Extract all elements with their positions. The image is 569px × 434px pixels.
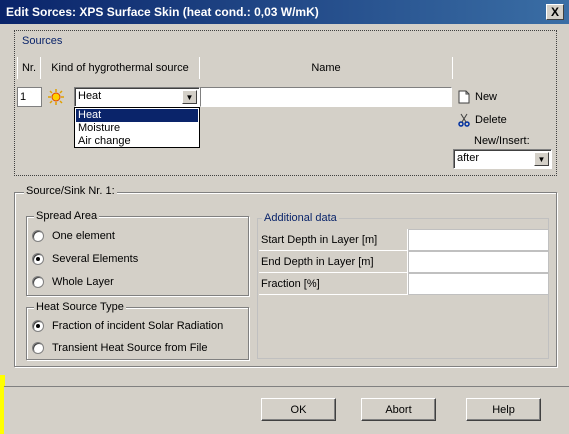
sources-legend: Sources xyxy=(22,35,63,47)
ok-button[interactable]: OK xyxy=(261,398,336,421)
chevron-down-icon[interactable]: ▼ xyxy=(182,90,197,104)
spread-area-legend: Spread Area xyxy=(34,210,100,222)
fraction-input[interactable] xyxy=(408,273,549,295)
new-document-icon xyxy=(457,90,471,104)
column-header-kind: Kind of hygrothermal source xyxy=(41,57,200,79)
end-depth-label: End Depth in Layer [m] xyxy=(259,251,408,273)
column-header-nr: Nr. xyxy=(17,57,41,79)
help-button[interactable]: Help xyxy=(466,398,541,421)
radio-button[interactable] xyxy=(32,230,44,242)
dropdown-option-air-change[interactable]: Air change xyxy=(76,135,198,148)
column-header-name: Name xyxy=(200,57,453,79)
close-button[interactable]: X xyxy=(546,4,564,20)
kind-combo[interactable]: Heat ▼ xyxy=(74,87,200,107)
title-bar: Edit Sorces: XPS Surface Skin (heat cond… xyxy=(0,0,569,24)
close-icon: X xyxy=(550,5,559,19)
radio-button[interactable] xyxy=(32,253,44,265)
row-nr: 1 xyxy=(20,91,27,103)
radio-whole-layer[interactable]: Whole Layer xyxy=(32,276,114,288)
chevron-down-icon[interactable]: ▼ xyxy=(534,152,549,166)
sun-icon xyxy=(47,88,65,106)
heat-source-type-legend: Heat Source Type xyxy=(34,301,126,313)
source-sink-legend: Source/Sink Nr. 1: xyxy=(24,185,117,197)
additional-data-legend: Additional data xyxy=(262,212,339,224)
delete-button-label: Delete xyxy=(475,114,507,126)
radio-one-element[interactable]: One element xyxy=(32,230,115,242)
source-name-input[interactable] xyxy=(200,87,452,107)
start-depth-input[interactable] xyxy=(408,229,549,251)
new-insert-value: after xyxy=(457,152,480,164)
radio-button[interactable] xyxy=(32,320,44,332)
end-depth-input[interactable] xyxy=(408,251,549,273)
kind-combo-value: Heat xyxy=(78,90,102,102)
radio-button[interactable] xyxy=(32,276,44,288)
start-depth-label: Start Depth in Layer [m] xyxy=(259,229,408,251)
radio-fraction-solar[interactable]: Fraction of incident Solar Radiation xyxy=(32,320,223,332)
window-title: Edit Sorces: XPS Surface Skin (heat cond… xyxy=(6,5,319,19)
radio-button[interactable] xyxy=(32,342,44,354)
dropdown-option-heat[interactable]: Heat xyxy=(76,109,198,122)
scissors-icon xyxy=(457,113,471,127)
new-button[interactable]: New xyxy=(457,90,497,104)
radio-several-elements[interactable]: Several Elements xyxy=(32,253,138,265)
row-nr-cell[interactable]: 1 xyxy=(17,87,42,107)
abort-button[interactable]: Abort xyxy=(361,398,436,421)
new-insert-select[interactable]: after ▼ xyxy=(453,149,552,169)
radio-transient-file[interactable]: Transient Heat Source from File xyxy=(32,342,207,354)
delete-button[interactable]: Delete xyxy=(457,113,507,127)
new-insert-label: New/Insert: xyxy=(474,135,530,147)
kind-dropdown-list[interactable]: Heat Moisture Air change xyxy=(74,107,200,148)
new-button-label: New xyxy=(475,91,498,103)
dropdown-option-moisture[interactable]: Moisture xyxy=(76,122,198,135)
fraction-label: Fraction [%] xyxy=(259,273,408,295)
